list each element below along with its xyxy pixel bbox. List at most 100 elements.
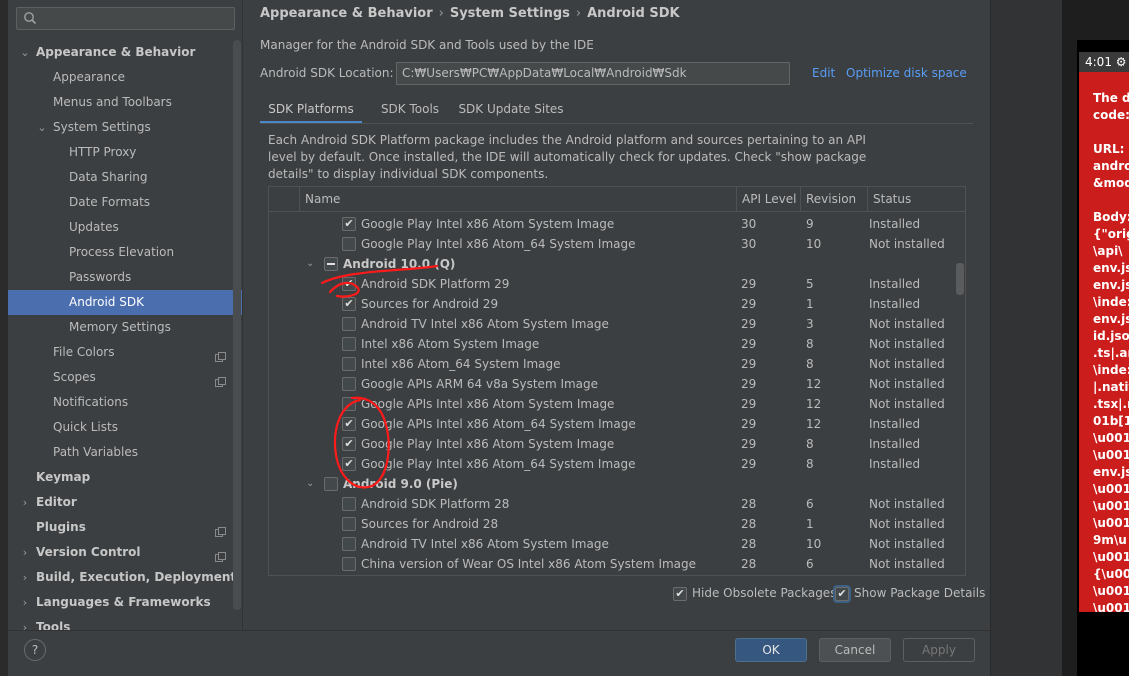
sidebar-item-file-colors[interactable]: File Colors: [8, 340, 242, 365]
sidebar-item-build-execution-deployment[interactable]: › Build, Execution, Deployment: [8, 565, 242, 590]
package-checkbox[interactable]: [342, 537, 356, 551]
emulator-error-screen[interactable]: The d code: URL: andro &mod Body: {"orig…: [1079, 72, 1129, 612]
package-checkbox[interactable]: [342, 337, 356, 351]
column-header-name[interactable]: Name: [299, 187, 736, 212]
package-checkbox[interactable]: [342, 317, 356, 331]
chevron-down-icon[interactable]: ⌄: [37, 115, 47, 140]
apply-button[interactable]: Apply: [903, 638, 975, 662]
package-checkbox[interactable]: [342, 397, 356, 411]
chevron-down-icon[interactable]: ⌄: [306, 474, 314, 494]
show-details-option[interactable]: ✔ Show Package Details: [835, 586, 985, 601]
column-header-revision[interactable]: Revision: [800, 187, 867, 212]
help-button[interactable]: ?: [24, 639, 46, 661]
tab-sdk-update-sites[interactable]: SDK Update Sites: [458, 96, 564, 124]
package-checkbox[interactable]: [342, 497, 356, 511]
hide-obsolete-checkbox[interactable]: ✔: [673, 586, 687, 601]
show-details-checkbox[interactable]: ✔: [835, 586, 849, 601]
cancel-button[interactable]: Cancel: [819, 638, 891, 662]
package-checkbox[interactable]: [342, 517, 356, 531]
package-api-level: 28: [741, 557, 757, 571]
settings-search-input[interactable]: [16, 7, 235, 30]
edit-link[interactable]: Edit: [812, 66, 835, 80]
package-checkbox[interactable]: ✔: [342, 217, 356, 231]
package-checkbox[interactable]: ✔: [342, 277, 356, 291]
tab-sdk-platforms[interactable]: SDK Platforms: [260, 96, 362, 124]
table-row[interactable]: Android TV Intel x86 Atom System Image 29…: [269, 314, 957, 334]
sidebar-item-keymap[interactable]: Keymap: [8, 465, 242, 490]
table-row[interactable]: ✔ Sources for Android 29 29 1 Installed: [269, 294, 957, 314]
sidebar-item-label: Appearance: [53, 70, 126, 84]
project-settings-icon: [215, 522, 226, 537]
sidebar-item-plugins[interactable]: Plugins: [8, 515, 242, 540]
sdk-location-field[interactable]: C:₩Users₩PC₩AppData₩Local₩Android₩Sdk: [396, 62, 790, 85]
package-checkbox[interactable]: ✔: [342, 297, 356, 311]
sidebar-item-updates[interactable]: Updates: [8, 215, 242, 240]
platform-group-row[interactable]: ⌄ Android 10.0 (Q): [269, 254, 957, 274]
sidebar-item-languages-frameworks[interactable]: › Languages & Frameworks: [8, 590, 242, 615]
package-status: Not installed: [869, 497, 945, 511]
settings-sidebar: ⌄ Appearance & Behavior Appearance Menus an…: [8, 0, 243, 634]
table-row[interactable]: Intel x86 Atom_64 System Image 29 8 Not ins…: [269, 354, 957, 374]
chevron-right-icon[interactable]: ›: [20, 540, 30, 565]
sidebar-item-appearance-behavior[interactable]: ⌄ Appearance & Behavior: [8, 40, 242, 65]
table-row[interactable]: ✔ Google APIs Intel x86 Atom_64 System Im…: [269, 414, 957, 434]
sidebar-item-data-sharing[interactable]: Data Sharing: [8, 165, 242, 190]
column-header-api-level[interactable]: API Level: [736, 187, 800, 212]
chevron-down-icon[interactable]: ⌄: [306, 254, 314, 274]
table-row[interactable]: Sources for Android 28 28 1 Not installed: [269, 514, 957, 534]
sidebar-item-appearance[interactable]: Appearance: [8, 65, 242, 90]
package-checkbox[interactable]: [324, 477, 338, 491]
chevron-right-icon[interactable]: ›: [20, 590, 30, 615]
chevron-right-icon[interactable]: ›: [20, 565, 30, 590]
platform-group-row[interactable]: ⌄ Android 9.0 (Pie): [269, 474, 957, 494]
package-revision: 10: [806, 537, 822, 551]
sidebar-scrollbar[interactable]: [233, 40, 241, 610]
sidebar-item-scopes[interactable]: Scopes: [8, 365, 242, 390]
sidebar-item-android-sdk[interactable]: Android SDK: [8, 290, 242, 315]
project-settings-icon: [215, 347, 226, 362]
package-revision: 12: [806, 417, 822, 431]
tab-sdk-tools[interactable]: SDK Tools: [370, 96, 450, 124]
sidebar-item-http-proxy[interactable]: HTTP Proxy: [8, 140, 242, 165]
package-checkbox[interactable]: [324, 257, 338, 271]
column-header-status[interactable]: Status: [867, 187, 957, 212]
package-checkbox[interactable]: ✔: [342, 437, 356, 451]
sidebar-item-menus-and-toolbars[interactable]: Menus and Toolbars: [8, 90, 242, 115]
sidebar-item-quick-lists[interactable]: Quick Lists: [8, 415, 242, 440]
table-row[interactable]: Android TV Intel x86 Atom System Image 28…: [269, 534, 957, 554]
table-row[interactable]: ✔ Google Play Intel x86 Atom System Image…: [269, 214, 957, 234]
sidebar-item-label: HTTP Proxy: [69, 145, 137, 159]
table-row[interactable]: Google APIs Intel x86 Atom System Image 2…: [269, 394, 957, 414]
android-sdk-panel: Appearance & Behavior › System Settings › An…: [243, 0, 990, 630]
sidebar-item-notifications[interactable]: Notifications: [8, 390, 242, 415]
sidebar-item-label: Android SDK: [69, 295, 144, 309]
table-row[interactable]: Android SDK Platform 28 28 6 Not installed: [269, 494, 957, 514]
package-checkbox[interactable]: [342, 377, 356, 391]
sidebar-item-passwords[interactable]: Passwords: [8, 265, 242, 290]
table-row[interactable]: Google Play Intel x86 Atom_64 System Ima…: [269, 234, 957, 254]
hide-obsolete-option[interactable]: ✔ Hide Obsolete Packages: [673, 586, 836, 601]
package-checkbox[interactable]: ✔: [342, 457, 356, 471]
ok-button[interactable]: OK: [735, 638, 807, 662]
table-scrollbar[interactable]: [956, 263, 964, 295]
sidebar-item-process-elevation[interactable]: Process Elevation: [8, 240, 242, 265]
chevron-down-icon[interactable]: ⌄: [20, 40, 30, 65]
table-row[interactable]: Intel x86 Atom System Image 29 8 Not instal…: [269, 334, 957, 354]
sidebar-item-date-formats[interactable]: Date Formats: [8, 190, 242, 215]
sidebar-item-version-control[interactable]: › Version Control: [8, 540, 242, 565]
package-checkbox[interactable]: [342, 357, 356, 371]
sidebar-item-system-settings[interactable]: ⌄ System Settings: [8, 115, 242, 140]
sidebar-item-editor[interactable]: › Editor: [8, 490, 242, 515]
table-row[interactable]: China version of Wear OS Intel x86 Atom …: [269, 554, 957, 574]
package-checkbox[interactable]: [342, 237, 356, 251]
chevron-right-icon[interactable]: ›: [20, 490, 30, 515]
table-row[interactable]: ✔ Google Play Intel x86 Atom_64 System Im…: [269, 454, 957, 474]
sidebar-item-path-variables[interactable]: Path Variables: [8, 440, 242, 465]
sidebar-item-memory-settings[interactable]: Memory Settings: [8, 315, 242, 340]
package-checkbox[interactable]: ✔: [342, 417, 356, 431]
package-checkbox[interactable]: [342, 557, 356, 571]
table-row[interactable]: Google APIs ARM 64 v8a System Image 29 12 N…: [269, 374, 957, 394]
table-row[interactable]: ✔ Google Play Intel x86 Atom System Image…: [269, 434, 957, 454]
table-row[interactable]: ✔ Android SDK Platform 29 29 5 Installed: [269, 274, 957, 294]
optimize-disk-space-link[interactable]: Optimize disk space: [846, 66, 967, 80]
